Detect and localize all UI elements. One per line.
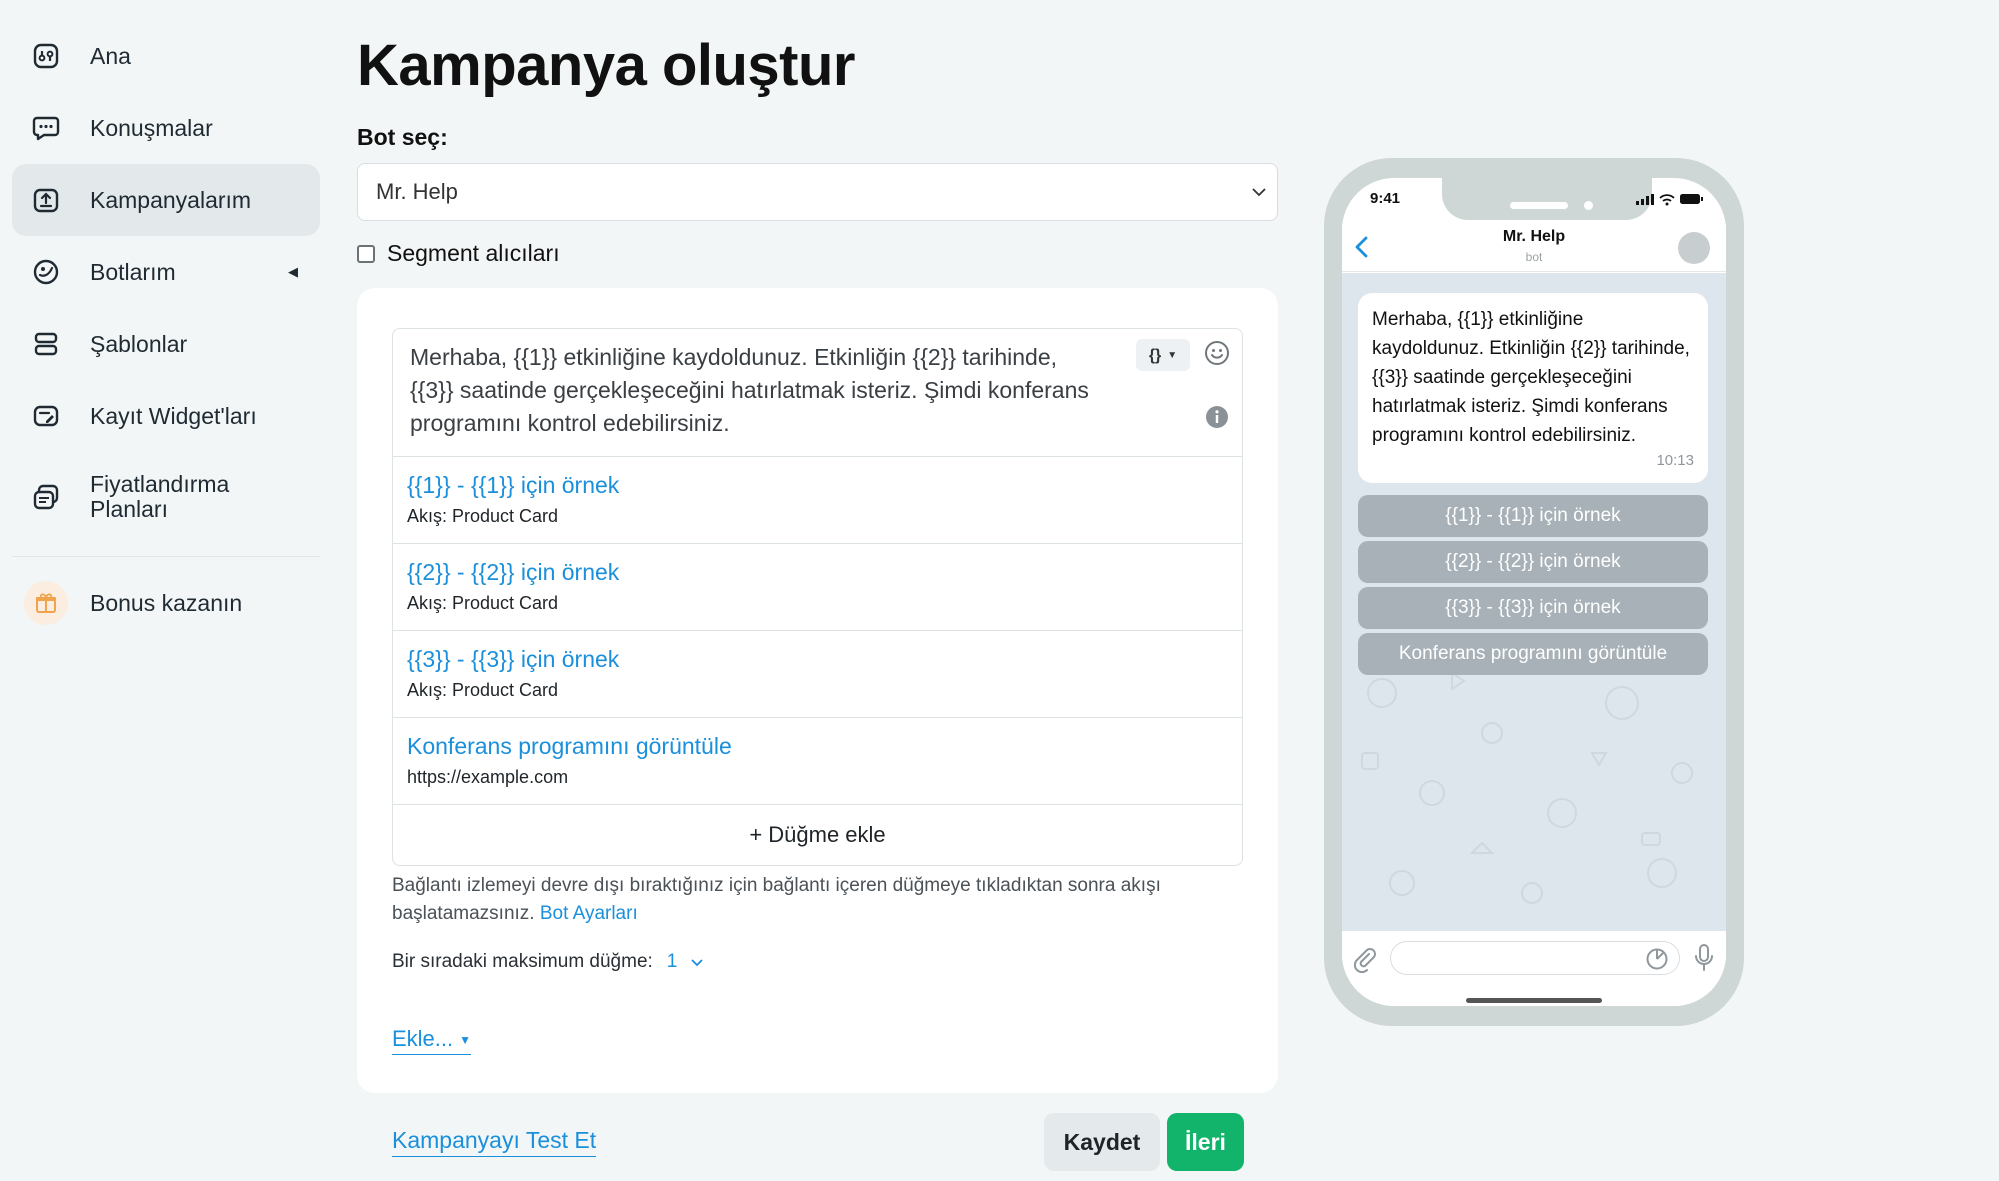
chat-area: Merhaba, {{1}} etkinliğine kaydoldunuz. …: [1342, 273, 1726, 931]
bot-select[interactable]: Mr. Help: [357, 163, 1278, 221]
test-campaign-link[interactable]: Kampanyayı Test Et: [392, 1127, 597, 1157]
message-input[interactable]: [1390, 941, 1680, 975]
sidebar-item-kampanyalarim[interactable]: Kampanyalarım: [12, 164, 320, 236]
sidebar-item-kayit-widgetlari[interactable]: Kayıt Widget'ları: [12, 380, 320, 452]
chat-icon: [32, 114, 60, 142]
phone-notch: [1442, 178, 1652, 220]
dropdown-caret-icon: ▼: [1167, 349, 1178, 361]
bot-select-value: Mr. Help: [376, 179, 458, 204]
button-title: {{3}} - {{3}} için örnek: [407, 646, 620, 672]
message-bubble-text: Merhaba, {{1}} etkinliğine kaydoldunuz. …: [1372, 309, 1690, 446]
button-subtitle: https://example.com: [407, 767, 569, 787]
message-editor-card: Merhaba, {{1}} etkinliğine kaydoldunuz. …: [357, 288, 1278, 1093]
keyboard-button[interactable]: {{1}} - {{1}} için örnek: [1358, 495, 1708, 537]
template-icon: [32, 330, 60, 358]
page-title: Kampanya oluştur: [357, 33, 856, 98]
message-button-row[interactable]: {{2}} - {{2}} için örnek Akış: Product C…: [393, 544, 1242, 631]
checkbox[interactable]: [357, 244, 375, 263]
button-title: {{2}} - {{2}} için örnek: [407, 559, 620, 585]
chat-name: Mr. Help: [1502, 228, 1566, 245]
sidebar-item-label: Bonus kazanın: [90, 589, 243, 616]
status-bar-icons: [1636, 194, 1703, 206]
keyboard-button[interactable]: Konferans programını görüntüle: [1358, 633, 1708, 675]
button-title: {{1}} - {{1}} için örnek: [407, 472, 620, 498]
collapse-caret-icon[interactable]: ◀: [288, 264, 298, 280]
keyboard-button[interactable]: {{3}} - {{3}} için örnek: [1358, 587, 1708, 629]
keyboard-button[interactable]: {{2}} - {{2}} için örnek: [1358, 541, 1708, 583]
chevron-down-icon: [1252, 188, 1266, 197]
message-bubble: Merhaba, {{1}} etkinliğine kaydoldunuz. …: [1358, 293, 1708, 483]
hint-text: Bağlantı izlemeyi devre dışı bıraktığını…: [392, 875, 1161, 924]
message-button-row[interactable]: {{3}} - {{3}} için örnek Akış: Product C…: [393, 631, 1242, 718]
sidebar-item-bonus[interactable]: Bonus kazanın: [12, 567, 320, 639]
sidebar-item-label: Kayıt Widget'ları: [90, 402, 257, 429]
campaign-icon: [32, 186, 60, 214]
sidebar-item-fiyatlandirma[interactable]: Fiyatlandırma Planları: [12, 452, 320, 542]
sidebar-item-konusmalar[interactable]: Konuşmalar: [12, 92, 320, 164]
footer-bar: Kampanyayı Test Et Kaydet İleri: [357, 1093, 1278, 1181]
sidebar-item-label: Konuşmalar: [90, 114, 213, 141]
add-menu-dropdown[interactable]: Ekle... ▼: [392, 1026, 472, 1055]
message-editor: Merhaba, {{1}} etkinliğine kaydoldunuz. …: [392, 328, 1243, 866]
max-buttons-select[interactable]: 1: [667, 951, 706, 973]
phone-screen: 9:41 Mr. Help bot Merhaba, {{1}} etkinli…: [1342, 178, 1726, 1006]
status-bar-time: 9:41: [1370, 190, 1401, 207]
message-button-row[interactable]: Konferans programını görüntüle https://e…: [393, 718, 1242, 805]
insert-variable-button[interactable]: {} ▼: [1136, 339, 1190, 371]
max-buttons-value: 1: [666, 951, 678, 972]
chat-subtitle: bot: [1525, 250, 1543, 264]
chevron-down-icon: [691, 959, 704, 967]
sidebar-item-label: Ana: [90, 42, 131, 69]
save-button[interactable]: Kaydet: [1044, 1113, 1160, 1171]
info-icon[interactable]: [1205, 405, 1229, 429]
microphone-icon[interactable]: [1694, 943, 1714, 973]
sidebar-item-label: Botlarım: [90, 258, 176, 285]
chat-header: Mr. Help bot: [1342, 222, 1726, 272]
dropdown-caret-icon: ▼: [459, 1033, 472, 1048]
gift-icon: [24, 581, 68, 625]
chat-composer: [1342, 931, 1726, 1006]
button-subtitle: Akış: Product Card: [407, 593, 559, 613]
sidebar-item-label: Kampanyalarım: [90, 186, 252, 213]
sidebar-item-ana[interactable]: Ana: [12, 20, 320, 92]
bot-select-label: Bot seç:: [357, 124, 448, 150]
message-button-row[interactable]: {{1}} - {{1}} için örnek Akış: Product C…: [393, 457, 1242, 544]
message-timestamp: 10:13: [1656, 452, 1694, 469]
max-buttons-per-row: Bir sıradaki maksimum düğme: 1: [392, 951, 705, 973]
bot-icon: [32, 258, 60, 286]
add-menu-label: Ekle...: [392, 1026, 454, 1051]
paperclip-icon[interactable]: [1352, 945, 1376, 973]
widget-icon: [32, 402, 60, 430]
emoji-icon[interactable]: [1204, 340, 1230, 366]
sidebar-divider: [12, 556, 320, 557]
message-text: Merhaba, {{1}} etkinliğine kaydoldunuz. …: [410, 344, 1089, 436]
home-indicator: [1466, 998, 1602, 1003]
button-title: Konferans programını görüntüle: [407, 733, 732, 759]
sidebar-item-botlarim[interactable]: Botlarım ◀: [12, 236, 320, 308]
sidebar: Ana Konuşmalar Kampanyalarım Botlarım ◀ …: [12, 20, 320, 639]
braces-icon: {}: [1148, 346, 1162, 364]
next-button[interactable]: İleri: [1167, 1113, 1244, 1171]
add-button-button[interactable]: + Düğme ekle: [393, 805, 1242, 865]
link-tracking-hint: Bağlantı izlemeyi devre dışı bıraktığını…: [392, 872, 1252, 928]
sticker-icon[interactable]: [1645, 947, 1669, 971]
avatar: [1678, 232, 1710, 264]
phone-preview: 9:41 Mr. Help bot Merhaba, {{1}} etkinli…: [1324, 158, 1744, 1026]
max-buttons-label: Bir sıradaki maksimum düğme:: [392, 951, 653, 972]
bot-settings-link[interactable]: Bot Ayarları: [540, 903, 638, 924]
sidebar-item-label: Fiyatlandırma Planları: [90, 471, 230, 522]
segment-recipients-label: Segment alıcıları: [387, 240, 560, 266]
button-subtitle: Akış: Product Card: [407, 506, 559, 526]
pricing-icon: [32, 483, 60, 511]
button-subtitle: Akış: Product Card: [407, 680, 559, 700]
sidebar-item-sablonlar[interactable]: Şablonlar: [12, 308, 320, 380]
sidebar-item-label: Şablonlar: [90, 330, 188, 357]
message-textarea[interactable]: Merhaba, {{1}} etkinliğine kaydoldunuz. …: [393, 329, 1242, 457]
segment-recipients-checkbox[interactable]: Segment alıcıları: [357, 240, 560, 267]
home-icon: [32, 42, 60, 70]
